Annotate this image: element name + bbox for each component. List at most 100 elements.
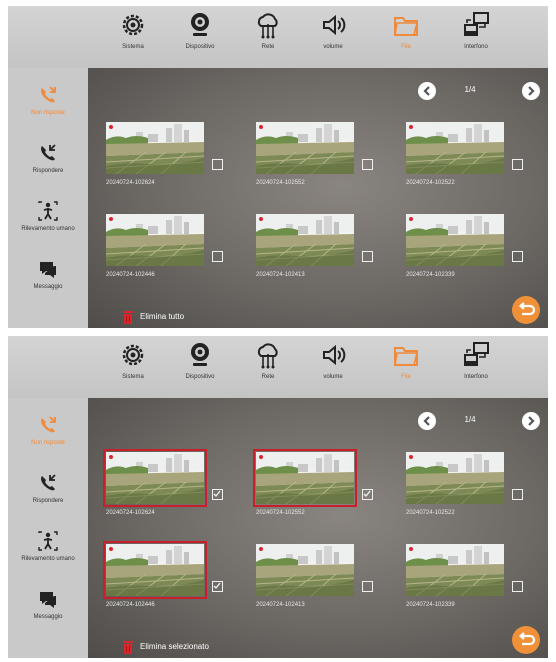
select-checkbox[interactable]	[212, 159, 223, 170]
next-page-button[interactable]	[522, 82, 540, 100]
sidebar-item-label: Rilevamento umano	[21, 226, 75, 232]
snapshot-filename: 20240724-102446	[106, 602, 155, 608]
select-checkbox[interactable]	[512, 159, 523, 170]
delete-button[interactable]: Elimina selezionato	[122, 638, 209, 654]
topnav-item-volume[interactable]: volume	[303, 10, 363, 66]
select-checkbox[interactable]	[362, 159, 373, 170]
select-checkbox[interactable]	[512, 581, 523, 592]
answered-call-icon	[37, 472, 59, 494]
speaker-icon	[318, 340, 348, 370]
snapshot-filename: 20240724-102522	[406, 180, 455, 186]
prev-page-button[interactable]	[418, 82, 436, 100]
speaker-icon	[318, 10, 348, 40]
topnav-item-rete[interactable]: Rete	[238, 10, 298, 66]
prev-page-button[interactable]	[418, 412, 436, 430]
file-category-sidebar: Non risposte Rispondere Rilevamento umano M…	[8, 398, 88, 658]
record-dot-icon	[259, 455, 263, 459]
sidebar-item-messaggio[interactable]: Messaggio	[8, 588, 88, 638]
thumbnail-grid-area: 1/4 20240724-102624 20240724-102552 2024072…	[88, 68, 548, 328]
page-indicator: 1/4	[464, 85, 476, 94]
intercom-icon	[461, 340, 491, 370]
snapshot-thumbnail[interactable]	[103, 541, 207, 599]
snapshot-thumbnail[interactable]	[256, 122, 354, 174]
sidebar-item-rilevamento-umano[interactable]: Rilevamento umano	[8, 200, 88, 250]
topnav-label: Sistema	[122, 44, 144, 50]
select-checkbox[interactable]	[212, 581, 223, 592]
snapshot-thumbnail[interactable]	[406, 452, 504, 504]
record-dot-icon	[109, 125, 113, 129]
chevron-left-icon	[423, 416, 430, 426]
sidebar-item-label: Rispondere	[32, 498, 64, 504]
topnav-label: Interfono	[464, 374, 488, 380]
message-icon	[37, 588, 59, 610]
snapshot-filename: 20240724-102552	[256, 180, 305, 186]
missed-call-icon	[37, 414, 59, 436]
topnav-item-file[interactable]: File	[376, 340, 436, 396]
topnav-item-volume[interactable]: volume	[303, 340, 363, 396]
select-checkbox[interactable]	[212, 251, 223, 262]
topnav-label: Rete	[261, 44, 275, 50]
delete-button[interactable]: Elimina tutto	[122, 308, 184, 324]
sidebar-item-label: Non risposte	[31, 110, 65, 116]
back-button[interactable]	[512, 296, 540, 324]
select-checkbox[interactable]	[212, 489, 223, 500]
webcam-icon	[185, 10, 215, 40]
delete-label: Elimina tutto	[140, 312, 185, 322]
topnav-item-sistema[interactable]: Sistema	[103, 10, 163, 66]
snapshot-filename: 20240724-102339	[406, 272, 455, 278]
select-checkbox[interactable]	[512, 251, 523, 262]
snapshot-thumbnail[interactable]	[256, 544, 354, 596]
sidebar-item-rispondere[interactable]: Rispondere	[8, 142, 88, 192]
topnav-item-file[interactable]: File	[376, 10, 436, 66]
select-checkbox[interactable]	[362, 489, 373, 500]
answered-call-icon	[37, 142, 59, 164]
snapshot-thumbnail[interactable]	[406, 544, 504, 596]
snapshot-thumbnail[interactable]	[253, 449, 357, 507]
topnav-label: volume	[323, 374, 343, 380]
gear-icon	[118, 340, 148, 370]
topnav-item-dispositivo[interactable]: Dispositivo	[170, 340, 230, 396]
back-button[interactable]	[512, 626, 540, 654]
snapshot-filename: 20240724-102446	[106, 272, 155, 278]
checkmark-icon	[213, 582, 221, 590]
sidebar-item-label: Messaggio	[33, 284, 63, 290]
topnav-item-rete[interactable]: Rete	[238, 340, 298, 396]
snapshot-filename: 20240724-102339	[406, 602, 455, 608]
record-dot-icon	[259, 547, 263, 551]
snapshot-thumbnail[interactable]	[106, 214, 204, 266]
next-page-button[interactable]	[522, 412, 540, 430]
record-dot-icon	[109, 455, 113, 459]
snapshot-thumbnail[interactable]	[256, 214, 354, 266]
sidebar-item-non-risposte[interactable]: Non risposte	[8, 414, 88, 464]
topnav-label: Interfono	[464, 44, 488, 50]
topnav-label: File	[401, 44, 411, 50]
snapshot-thumbnail[interactable]	[103, 449, 207, 507]
record-dot-icon	[409, 125, 413, 129]
snapshot-filename: 20240724-102624	[106, 180, 155, 186]
topnav-item-sistema[interactable]: Sistema	[103, 340, 163, 396]
file-browser-screen: Sistema Dispositivo Rete volume File Interfon…	[8, 336, 548, 658]
chevron-right-icon	[528, 86, 535, 96]
topnav-item-dispositivo[interactable]: Dispositivo	[170, 10, 230, 66]
message-icon	[37, 258, 59, 280]
chevron-left-icon	[423, 86, 430, 96]
missed-call-icon	[37, 84, 59, 106]
sidebar-item-non-risposte[interactable]: Non risposte	[8, 84, 88, 134]
sidebar-item-messaggio[interactable]: Messaggio	[8, 258, 88, 308]
select-checkbox[interactable]	[362, 251, 373, 262]
record-dot-icon	[259, 125, 263, 129]
snapshot-thumbnail[interactable]	[406, 214, 504, 266]
snapshot-thumbnail[interactable]	[106, 122, 204, 174]
sidebar-item-rilevamento-umano[interactable]: Rilevamento umano	[8, 530, 88, 580]
sidebar-item-rispondere[interactable]: Rispondere	[8, 472, 88, 522]
chevron-right-icon	[528, 416, 535, 426]
select-checkbox[interactable]	[362, 581, 373, 592]
trash-icon	[123, 640, 133, 654]
select-checkbox[interactable]	[512, 489, 523, 500]
snapshot-thumbnail[interactable]	[406, 122, 504, 174]
page-indicator: 1/4	[464, 415, 476, 424]
thumbnail-grid-area: 1/4 20240724-102624 20240724-102552 2024072…	[88, 398, 548, 658]
topnav-item-interfono[interactable]: Interfono	[446, 10, 506, 66]
topnav-item-interfono[interactable]: Interfono	[446, 340, 506, 396]
sidebar-item-label: Rilevamento umano	[21, 556, 75, 562]
